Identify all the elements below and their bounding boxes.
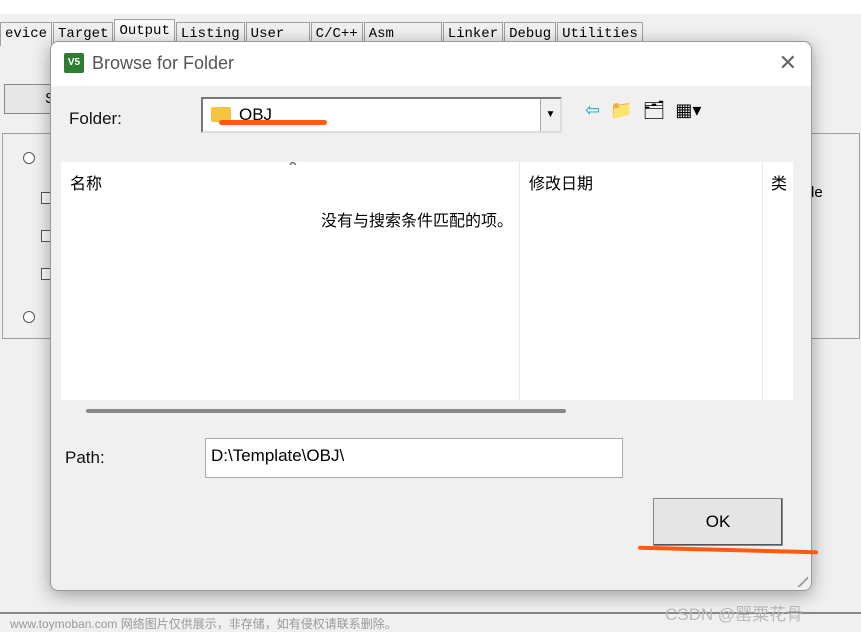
resize-grip[interactable] <box>796 575 808 587</box>
back-arrow-icon[interactable]: ⇦ <box>585 100 600 121</box>
top-strip <box>0 0 861 14</box>
title-bar: V5 Browse for Folder ✕ <box>51 42 811 86</box>
csdn-watermark: CSDN @罂粟花骨 <box>665 605 804 624</box>
horizontal-scrollbar[interactable] <box>86 409 566 413</box>
path-field[interactable]: D:\Template\OBJ\ <box>205 438 623 478</box>
path-label: Path: <box>65 448 105 467</box>
toolbar: ⇦ 📁 🗂 ▦▾ <box>585 100 701 121</box>
radio-button[interactable] <box>23 152 35 164</box>
tab-device[interactable]: evice <box>0 22 53 46</box>
column-name[interactable]: 名称 <box>70 170 102 194</box>
column-separator <box>762 162 763 400</box>
ok-button[interactable]: OK <box>653 498 783 546</box>
new-folder-icon[interactable]: 🗂 <box>643 100 666 121</box>
chevron-down-icon[interactable]: ▼ <box>540 99 560 131</box>
folder-list[interactable]: ⌃ 名称 修改日期 类 没有与搜索条件匹配的项。 <box>61 162 793 400</box>
close-icon[interactable]: ✕ <box>779 50 797 76</box>
column-date-modified[interactable]: 修改日期 <box>529 170 593 194</box>
folder-label: Folder: <box>69 109 122 128</box>
annotation-underline <box>219 120 327 125</box>
dialog-title: Browse for Folder <box>92 53 235 73</box>
keil-app-icon: V5 <box>64 53 84 73</box>
watermark: www.toymoban.com 网络图片仅供展示，非存储，如有侵权请联系删除。 <box>10 617 397 631</box>
folder-combobox[interactable]: OBJ ▼ <box>201 97 562 133</box>
column-separator <box>519 162 520 400</box>
sort-arrow-icon: ⌃ <box>286 162 300 177</box>
view-menu-icon[interactable]: ▦▾ <box>675 100 701 121</box>
browse-folder-dialog: V5 Browse for Folder ✕ Folder: OBJ ▼ ⇦ 📁… <box>50 41 812 591</box>
partial-label: le <box>811 184 823 201</box>
empty-message: 没有与搜索条件匹配的项。 <box>321 213 514 230</box>
column-type[interactable]: 类 <box>771 170 787 194</box>
radio-button[interactable] <box>23 311 35 323</box>
up-folder-icon[interactable]: 📁 <box>610 100 632 121</box>
